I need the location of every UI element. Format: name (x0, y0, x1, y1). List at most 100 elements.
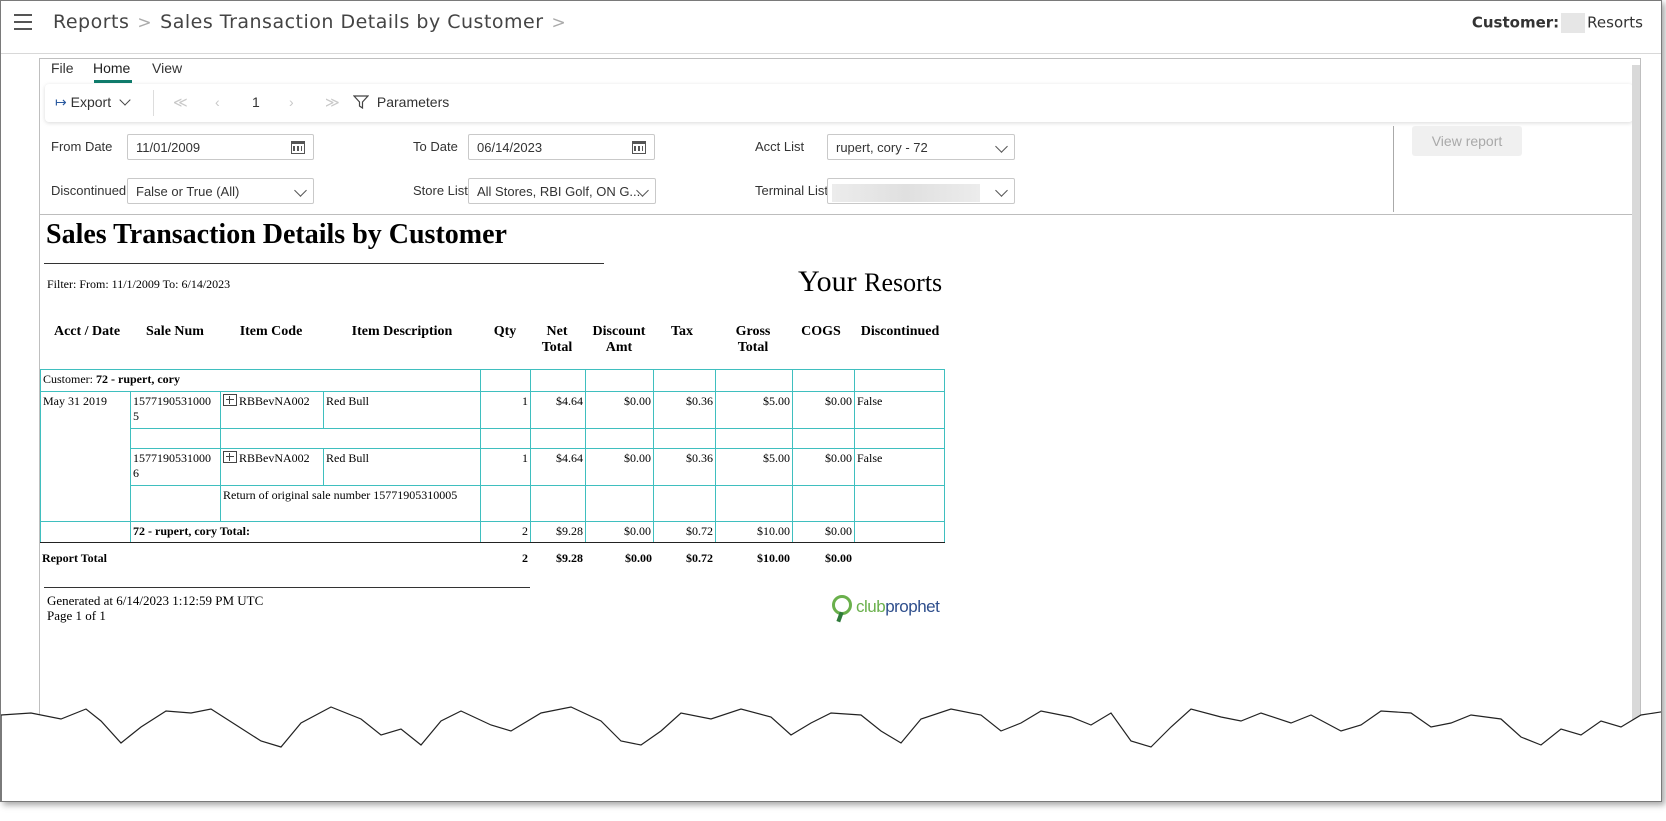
col-tax: Tax (670, 324, 694, 339)
vertical-scrollbar[interactable] (1632, 65, 1640, 801)
sale-num-a: 1577190531000 (133, 451, 211, 465)
chevron-down-icon (119, 94, 131, 106)
generated-at: Generated at 6/14/2023 1:12:59 PM UTC (47, 593, 264, 608)
from-date-field[interactable]: 11/01/2009 (127, 134, 314, 160)
last-page-icon[interactable]: ≫ (325, 94, 340, 111)
hamburger-menu-icon[interactable] (14, 14, 32, 30)
subtotal-cogs: $0.00 (792, 521, 855, 543)
discontinued-label: Discontinued (51, 183, 127, 198)
view-report-button[interactable]: View report (1412, 126, 1522, 156)
item-desc-cell: Red Bull (323, 448, 481, 486)
menu-home[interactable]: Home (93, 60, 130, 76)
report-table: Customer: 72 - rupert, cory May 31 2019 … (40, 369, 945, 543)
calendar-icon[interactable] (291, 141, 305, 154)
report-total-gross: $10.00 (757, 551, 790, 565)
expand-icon[interactable] (223, 451, 237, 463)
report-total-qty: 2 (522, 551, 528, 565)
discontinued-cell: False (854, 391, 945, 429)
sale-num-a: 1577190531000 (133, 394, 211, 408)
net-cell: $4.64 (530, 448, 586, 486)
sale-num-cell: 1577190531000 6 (130, 448, 221, 486)
col-gross-line2: Total (737, 340, 769, 355)
item-code: RBBevNA002 (239, 451, 310, 465)
discontinued-value: False or True (All) (136, 184, 240, 199)
expand-icon[interactable] (223, 394, 237, 406)
item-code-cell: RBBevNA002 (220, 391, 324, 429)
customer-label: Customer: (1471, 13, 1560, 32)
title-rule (44, 263, 604, 264)
subtotal-gross: $10.00 (715, 521, 793, 543)
to-date-value: 06/14/2023 (477, 140, 543, 155)
chevron-right-icon: > (551, 13, 567, 33)
to-date-field[interactable]: 06/14/2023 (468, 134, 655, 160)
customer-indicator: Customer: Resorts (1472, 13, 1643, 33)
col-net-line2: Total (541, 340, 573, 355)
report-total-net: $9.28 (556, 551, 583, 565)
col-net-line1: Net (546, 324, 568, 339)
next-page-icon[interactable]: › (289, 94, 294, 110)
qty-cell: 1 (480, 391, 531, 429)
active-tab-indicator (94, 80, 132, 83)
customer-name: 72 - rupert, cory (96, 372, 180, 386)
disc-cell: $0.00 (585, 448, 654, 486)
col-gross-line1: Gross (735, 324, 771, 339)
chevron-right-icon: > (137, 13, 153, 33)
store-list-label: Store List (413, 183, 468, 198)
report-footer: Generated at 6/14/2023 1:12:59 PM UTC Pa… (47, 593, 263, 623)
brand-club: club (856, 597, 886, 616)
menu-file[interactable]: File (51, 60, 74, 76)
store-list-value: All Stores, RBI Golf, ON G... (477, 184, 641, 199)
col-item-code: Item Code (239, 324, 303, 339)
report-filter: Filter: From: 11/1/2009 To: 6/14/2023 (47, 277, 231, 291)
discontinued-select[interactable]: False or True (All) (127, 178, 314, 204)
toolbar: ↦ Export ≪ ‹ 1 › ≫ Parameters (45, 84, 1633, 122)
report-title: Sales Transaction Details by Customer (46, 219, 507, 250)
col-sale-num: Sale Num (146, 324, 204, 339)
breadcrumb-reports[interactable]: Reports (53, 11, 129, 33)
acct-list-select[interactable]: rupert, cory - 72 (827, 134, 1015, 160)
sale-num-b: 6 (133, 466, 139, 480)
terminal-list-label: Terminal List (755, 183, 828, 198)
app-window: Reports > Sales Transaction Details by Cus… (0, 0, 1662, 802)
chevron-down-icon (995, 140, 1008, 153)
report-total-label: Report Total (42, 551, 108, 565)
first-page-icon[interactable]: ≪ (173, 94, 188, 111)
logo-your: Your (798, 265, 857, 298)
breadcrumb: Reports > Sales Transaction Details by Cus… (53, 11, 574, 33)
brand-prophet: prophet (885, 597, 940, 616)
footer-rule (44, 587, 530, 588)
customer-cell: Customer: 72 - rupert, cory (40, 369, 481, 392)
subtotal-disc: $0.00 (585, 521, 654, 543)
terminal-list-select[interactable] (827, 178, 1015, 204)
sale-num-b: 5 (133, 409, 139, 423)
clubprophet-logo: clubprophet (832, 595, 952, 625)
subtotal-label: 72 - rupert, cory Total: (130, 521, 481, 543)
report-viewer: File Home View ↦ Export ≪ ‹ 1 › ≫ Parame… (39, 58, 1641, 801)
parameters-label: Parameters (376, 94, 450, 110)
breadcrumb-current[interactable]: Sales Transaction Details by Customer (160, 11, 543, 33)
tax-cell: $0.36 (653, 391, 716, 429)
customer-value: Resorts (1587, 13, 1643, 32)
net-cell: $4.64 (530, 391, 586, 429)
acct-list-value: rupert, cory - 72 (836, 140, 928, 155)
toolbar-divider (153, 90, 154, 116)
acct-list-label: Acct List (755, 139, 805, 154)
menu-bar: File Home View (40, 59, 1640, 85)
export-button[interactable]: ↦ Export (55, 94, 131, 111)
parameters-button[interactable]: Parameters (352, 94, 450, 110)
col-acct-date: Acct / Date (53, 324, 121, 339)
page-number[interactable]: 1 (252, 94, 260, 110)
previous-page-icon[interactable]: ‹ (215, 94, 220, 110)
qty-cell: 1 (480, 448, 531, 486)
menu-view[interactable]: View (152, 60, 182, 76)
clubprophet-mark-icon (832, 595, 852, 615)
gross-cell: $5.00 (715, 448, 793, 486)
store-list-select[interactable]: All Stores, RBI Golf, ON G... (468, 178, 656, 204)
table-row: 1577190531000 6 RBBevNA002 Red Bull 1 $4.… (41, 448, 945, 486)
page-indicator: Page 1 of 1 (47, 608, 106, 623)
col-net-total: Net Total (537, 324, 577, 356)
item-code: RBBevNA002 (239, 394, 310, 408)
redacted-box (1561, 13, 1586, 33)
calendar-icon[interactable] (632, 141, 646, 154)
return-note: Return of original sale number 157719053… (220, 485, 481, 522)
